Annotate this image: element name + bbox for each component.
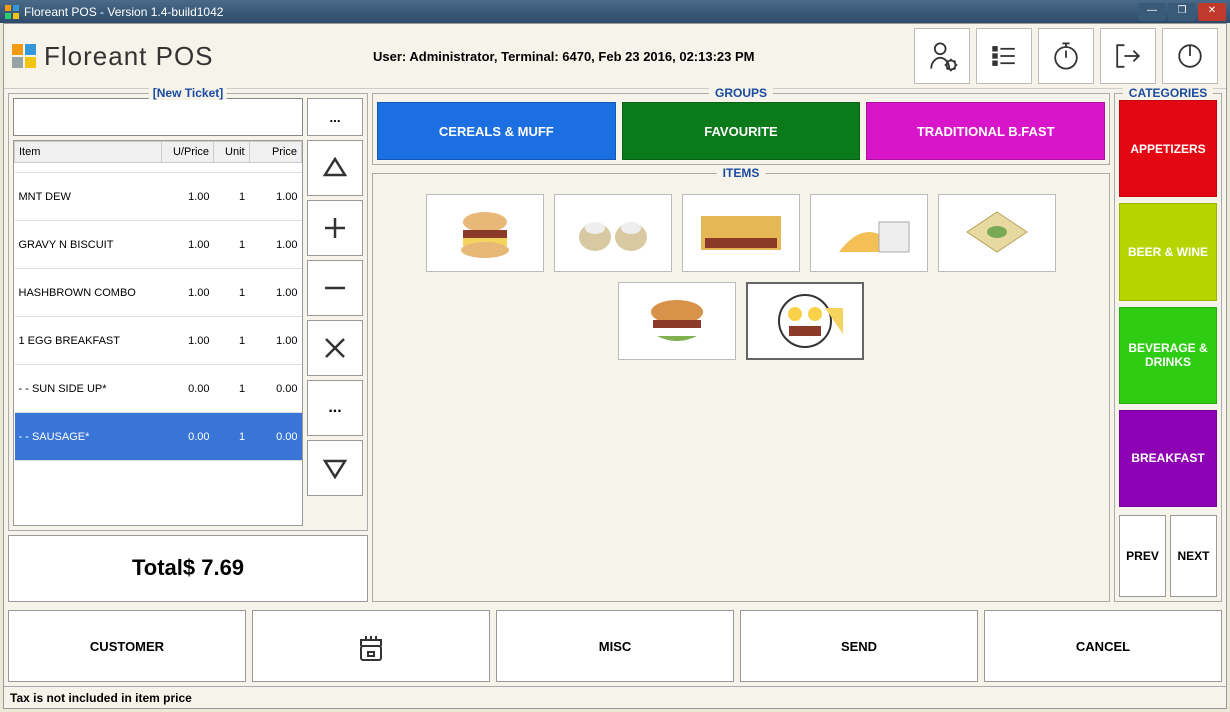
ticket-grid[interactable]: Item U/Price Unit Price MNT DEW1.0011.00… bbox=[13, 140, 303, 526]
ticket-row[interactable]: HASHBROWN COMBO1.0011.00 bbox=[15, 269, 302, 317]
item-1[interactable] bbox=[426, 194, 544, 272]
send-button[interactable]: SEND bbox=[740, 610, 978, 682]
item-7[interactable] bbox=[746, 282, 864, 360]
window-title: Floreant POS - Version 1.4-build1042 bbox=[24, 5, 1136, 19]
item-3[interactable] bbox=[682, 194, 800, 272]
category-prev-button[interactable]: PREV bbox=[1119, 515, 1166, 597]
window-maximize-button[interactable]: ❐ bbox=[1168, 3, 1196, 21]
ticket-legend: [New Ticket] bbox=[149, 86, 227, 100]
col-item: Item bbox=[15, 142, 162, 163]
total-display: Total$ 7.69 bbox=[8, 535, 368, 603]
col-price: Price bbox=[249, 142, 301, 163]
category-button[interactable]: BREAKFAST bbox=[1119, 410, 1217, 507]
group-button[interactable]: FAVOURITE bbox=[622, 102, 861, 160]
scroll-down-button[interactable] bbox=[307, 440, 363, 496]
items-legend: ITEMS bbox=[717, 166, 766, 180]
category-button[interactable]: APPETIZERS bbox=[1119, 100, 1217, 197]
item-2[interactable] bbox=[554, 194, 672, 272]
window-close-button[interactable]: ✕ bbox=[1198, 3, 1226, 21]
ticket-search-input[interactable] bbox=[13, 98, 303, 136]
cancel-button[interactable]: CANCEL bbox=[984, 610, 1222, 682]
scroll-up-button[interactable] bbox=[307, 140, 363, 196]
ticket-row[interactable]: - - SUN SIDE UP*0.0010.00 bbox=[15, 365, 302, 413]
item-4[interactable] bbox=[810, 194, 928, 272]
delete-item-button[interactable] bbox=[307, 320, 363, 376]
item-6[interactable] bbox=[618, 282, 736, 360]
qty-plus-button[interactable] bbox=[307, 200, 363, 256]
groups-panel: GROUPS CEREALS & MUFFFAVOURITETRADITIONA… bbox=[372, 93, 1110, 165]
item-5[interactable] bbox=[938, 194, 1056, 272]
ticket-more-button[interactable]: ... bbox=[307, 98, 363, 136]
brand-name: Floreant POS bbox=[44, 41, 214, 72]
cart-button[interactable] bbox=[252, 610, 490, 682]
col-unit: Unit bbox=[214, 142, 250, 163]
col-uprice: U/Price bbox=[161, 142, 213, 163]
title-bar: Floreant POS - Version 1.4-build1042 — ❐… bbox=[0, 0, 1230, 23]
category-next-button[interactable]: NEXT bbox=[1170, 515, 1217, 597]
ticket-row[interactable]: - - SAUSAGE*0.0010.00 bbox=[15, 413, 302, 461]
group-button[interactable]: TRADITIONAL B.FAST bbox=[866, 102, 1105, 160]
ticket-row[interactable]: MNT DEW1.0011.00 bbox=[15, 173, 302, 221]
items-panel: ITEMS bbox=[372, 173, 1110, 602]
status-line: User: Administrator, Terminal: 6470, Feb… bbox=[214, 49, 914, 64]
ticket-panel: [New Ticket] ... Item U/Price Unit bbox=[8, 93, 368, 531]
misc-button[interactable]: MISC bbox=[496, 610, 734, 682]
categories-legend: CATEGORIES bbox=[1123, 86, 1213, 100]
customer-button[interactable]: CUSTOMER bbox=[8, 610, 246, 682]
ticket-item-more-button[interactable]: ... bbox=[307, 380, 363, 436]
group-button[interactable]: CEREALS & MUFF bbox=[377, 102, 616, 160]
list-button[interactable] bbox=[976, 28, 1032, 84]
logout-button[interactable] bbox=[1100, 28, 1156, 84]
app-header: Floreant POS User: Administrator, Termin… bbox=[4, 24, 1226, 89]
categories-panel: CATEGORIES APPETIZERSBEER & WINEBEVERAGE… bbox=[1114, 93, 1222, 602]
timer-button[interactable] bbox=[1038, 28, 1094, 84]
user-settings-button[interactable] bbox=[914, 28, 970, 84]
ticket-row[interactable]: GRAVY N BISCUIT1.0011.00 bbox=[15, 221, 302, 269]
window-minimize-button[interactable]: — bbox=[1138, 3, 1166, 21]
power-button[interactable] bbox=[1162, 28, 1218, 84]
ticket-row[interactable]: 1 EGG BREAKFAST1.0011.00 bbox=[15, 317, 302, 365]
qty-minus-button[interactable] bbox=[307, 260, 363, 316]
status-bar: Tax is not included in item price bbox=[4, 686, 1226, 708]
category-button[interactable]: BEER & WINE bbox=[1119, 203, 1217, 300]
groups-legend: GROUPS bbox=[709, 86, 773, 100]
category-button[interactable]: BEVERAGE & DRINKS bbox=[1119, 307, 1217, 404]
logo-icon bbox=[12, 44, 36, 68]
app-icon bbox=[4, 4, 20, 20]
